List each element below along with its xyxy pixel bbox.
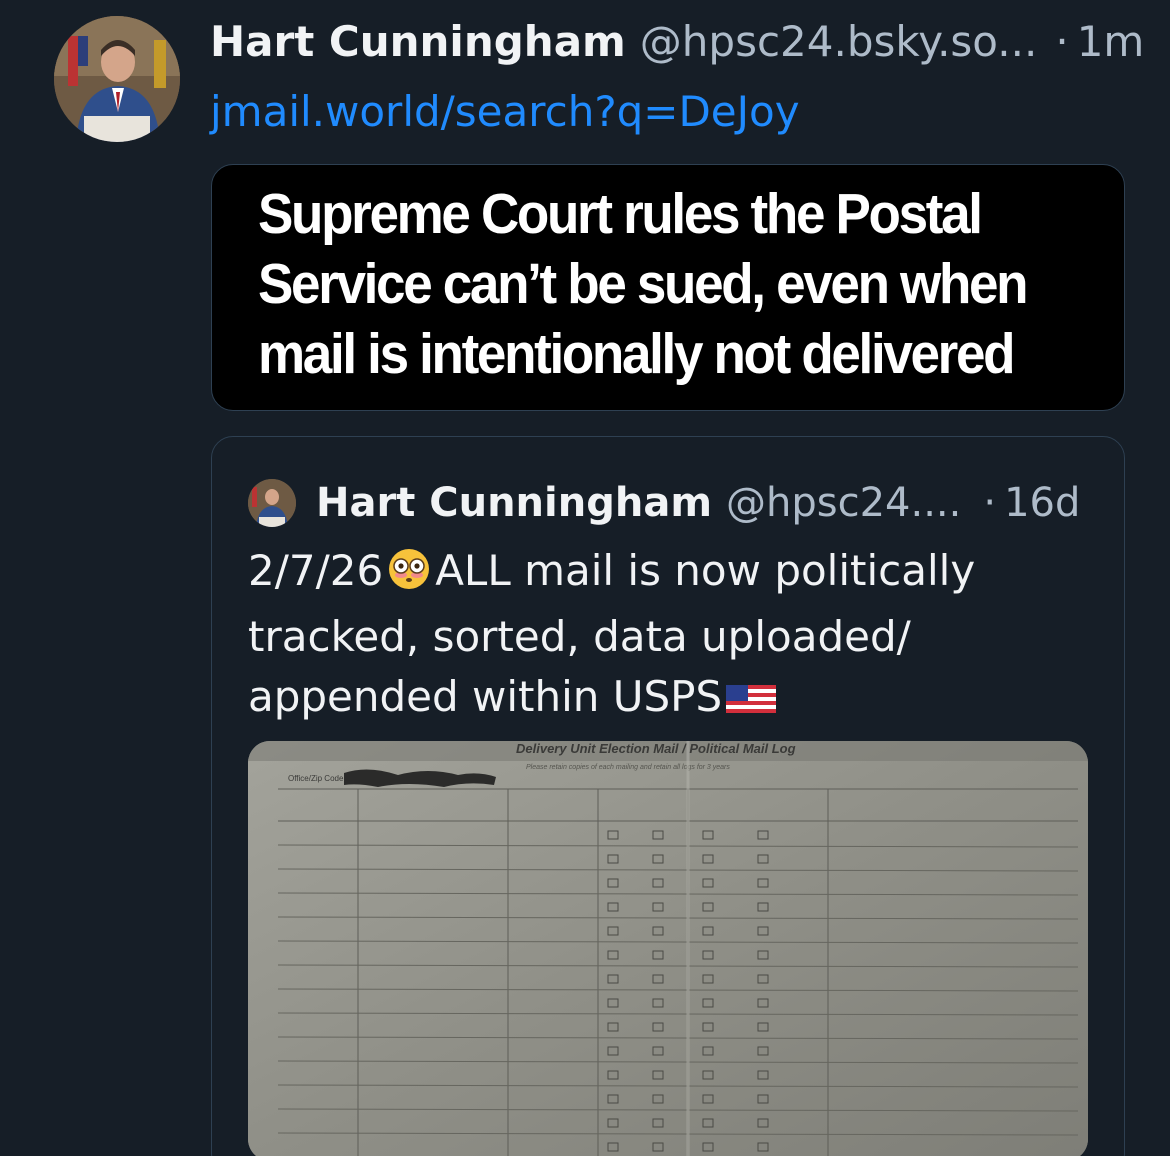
quoted-author-avatar[interactable]: [248, 479, 296, 527]
author-handle[interactable]: @hpsc24.bsky.so...: [640, 14, 1038, 70]
form-title: Delivery Unit Election Mail / Political …: [516, 741, 796, 756]
meta-separator: ·: [1055, 17, 1069, 66]
quoted-post-text: 2/7/26 ALL mail is now politically tracke…: [248, 541, 1088, 733]
embed-headline-text: Supreme Court rules the Postal Service c…: [258, 182, 1029, 386]
author-avatar[interactable]: [54, 16, 180, 142]
quoted-text-date: 2/7/26: [248, 546, 384, 595]
quoted-author-display-name[interactable]: Hart Cunningham: [316, 480, 712, 526]
embed-image-headline[interactable]: Supreme Court rules the Postal Service c…: [211, 164, 1125, 411]
flushed-face-emoji-icon: [383, 547, 435, 607]
post-link[interactable]: jmail.world/search?q=DeJoy: [210, 84, 800, 140]
meta-separator: ·: [983, 480, 997, 526]
quoted-post-timestamp[interactable]: 16d: [1004, 480, 1080, 526]
form-office-label: Office/Zip Code: [288, 774, 344, 783]
us-flag-emoji-icon: [722, 673, 780, 733]
quoted-author-handle[interactable]: @hpsc24....: [726, 480, 961, 526]
quoted-post[interactable]: Hart Cunningham @hpsc24.... · 16d 2/7/26…: [211, 436, 1125, 1156]
quoted-post-image[interactable]: Delivery Unit Election Mail / Political …: [248, 741, 1088, 1156]
quoted-post-header: Hart Cunningham @hpsc24.... · 16d: [248, 475, 1108, 531]
post-timestamp[interactable]: 1m: [1077, 14, 1145, 70]
form-subtitle: Please retain copies of each mailing and…: [526, 764, 730, 771]
post-header: Hart Cunningham @hpsc24.bsky.so... · 1m: [210, 14, 1144, 74]
avatar-photo-icon: [248, 479, 296, 527]
election-mail-log-photo: Delivery Unit Election Mail / Political …: [248, 741, 1088, 1156]
avatar-photo-icon: [54, 16, 180, 142]
author-display-name[interactable]: Hart Cunningham: [210, 14, 626, 70]
